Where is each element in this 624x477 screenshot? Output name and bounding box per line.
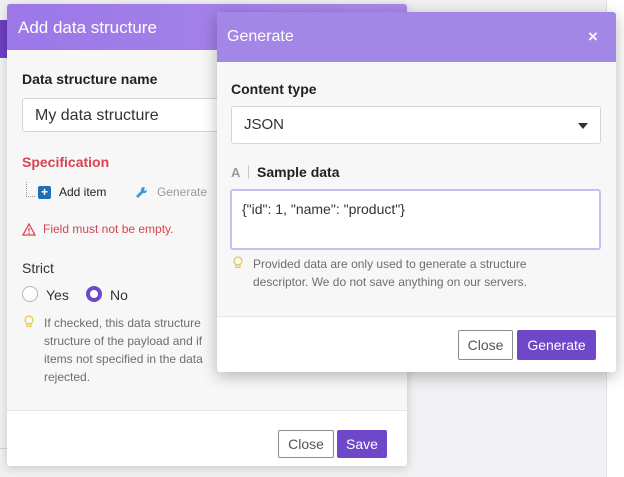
generate-hint-line-2: descriptor. We do not save anything on o…: [253, 275, 527, 289]
generate-link[interactable]: Generate: [135, 184, 207, 200]
warning-icon: [22, 222, 36, 236]
generate-close-button[interactable]: Close: [458, 330, 513, 360]
generate-link-label: Generate: [157, 185, 208, 199]
strict-hint-line-3: items not specified in the data: [44, 352, 203, 366]
content-type-label: Content type: [231, 81, 317, 97]
plus-icon: +: [38, 185, 51, 199]
wrench-icon: [135, 186, 148, 199]
add-item-label: Add item: [59, 185, 107, 199]
name-label: Data structure name: [22, 71, 158, 87]
caret-down-icon: [578, 123, 588, 129]
strict-hint-line-2: structure of the payload and if: [44, 334, 203, 348]
generate-hint-line-1: Provided data are only used to generate …: [253, 257, 527, 271]
generate-dialog-footer: Close Generate: [217, 316, 616, 372]
add-item-button[interactable]: + Add item: [38, 184, 106, 200]
strict-yes-radio[interactable]: [22, 286, 38, 302]
sample-data-header: A Sample data: [231, 164, 339, 180]
close-icon[interactable]: ×: [583, 27, 603, 47]
tree-connector: [26, 182, 35, 197]
save-button[interactable]: Save: [337, 430, 387, 458]
strict-hint-line-1: If checked, this data structure: [44, 316, 201, 330]
validation-error: Field must not be empty.: [22, 222, 174, 236]
lightbulb-icon: [233, 256, 243, 269]
text-type-icon: A: [231, 164, 241, 180]
close-button[interactable]: Close: [278, 430, 334, 458]
strict-yes-label[interactable]: Yes: [46, 287, 69, 303]
specification-label: Specification: [22, 154, 110, 170]
strict-no-label[interactable]: No: [110, 287, 128, 303]
generate-dialog-header: Generate ×: [217, 12, 616, 62]
structure-name-input[interactable]: My data structure: [22, 98, 222, 132]
generate-dialog-title: Generate: [227, 28, 294, 45]
content-type-value: JSON: [244, 116, 285, 133]
strict-label: Strict: [22, 260, 54, 276]
content-type-select[interactable]: JSON: [231, 106, 601, 144]
strict-no-radio[interactable]: [86, 286, 102, 302]
sample-data-textarea[interactable]: {"id": 1, "name": "product"}: [230, 189, 601, 250]
dialog-footer: Close Save: [7, 410, 407, 466]
lightbulb-icon: [24, 315, 34, 328]
strict-hint-line-4: rejected.: [44, 370, 91, 384]
generate-button[interactable]: Generate: [517, 330, 596, 360]
generate-dialog: Generate × Content type JSON A Sample da…: [217, 12, 616, 372]
separator: [248, 165, 249, 179]
dialog-title: Add data structure: [18, 18, 157, 37]
error-text: Field must not be empty.: [43, 222, 174, 236]
sample-data-label: Sample data: [257, 164, 340, 180]
